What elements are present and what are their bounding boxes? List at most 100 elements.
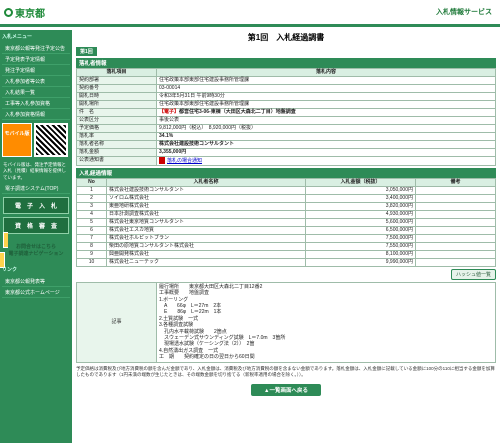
bid-table: No 入札者名称 入札金額（税抜） 備考 1 株式会社建設技術コンサルタント 3,0… [76,177,496,267]
bidder-name: ソイロム株式会社 [106,193,306,203]
link-public-notice[interactable]: 東京都公報発表等 [2,277,70,287]
row-value: 03-00014 [156,84,496,93]
bid-no: 8 [76,241,107,251]
footer-note: 予定価格は消費税及び地方消費税の額を含んだ金額であり、入札金額は、消費税及び地方… [76,365,495,377]
row-label: 件 名 [76,108,157,117]
bidder-name: 株式会社ニューテック [106,257,306,267]
bid-col-amount: 入札金額（税抜） [305,177,416,187]
bid-amount: 4,930,000円 [305,209,416,219]
back-to-list-button[interactable]: ▲一覧画面へ戻る [251,383,321,396]
row-label: 契約部署 [76,76,157,85]
table-row: 6 株式会社エスカ地質 6,500,000円 [76,225,496,235]
tokyo-logo[interactable]: 東京都 [4,5,45,20]
row-value: 住宅政策本部東部住宅建設事務所管理課 [156,100,496,109]
bidder-name: 柴田の原地質コンサルタント株式会社 [106,241,306,251]
bid-no: 3 [76,201,107,211]
bid-note [415,233,496,243]
mobile-site-button[interactable]: モバイル版 [2,123,32,157]
bidder-name: 日本計測調査株式会社 [106,209,306,219]
bid-amount: 5,600,000円 [305,217,416,227]
bid-note [415,225,496,235]
table-row: 5 株式会社東京地質コンサルタント 5,600,000円 [76,217,496,227]
mobile-section: モバイル版 [2,123,70,157]
main-content: 第1回 入札経過調書 第1回 落札者情報 落札項目 落札内容 契約部署 住宅政策本部… [76,30,496,443]
sidebar-item-qual-info[interactable]: 入札参加資格情報 [2,110,70,120]
tab-round-1[interactable]: 第1回 [76,47,97,56]
bid-note [415,257,496,267]
sidebar-item-results[interactable]: 入札結果一覧 [2,88,70,98]
notes-label: 記事 [76,281,157,363]
hash-list-button[interactable]: ハッシュ値一覧 [450,268,496,280]
bid-section-title: 入札経過情報 [76,167,496,178]
bid-amount: 3,050,000円 [305,185,416,195]
notice-link[interactable]: 落札の場合通知 [167,158,202,164]
table-row: 7 株式会社ホルピットブラン 7,500,000円 [76,233,496,243]
sidebar-item-public-notice[interactable]: 東京都公報等発注予定公告 [2,44,70,54]
contact-sublabel: 電子調達ナビゲーション [8,250,64,257]
bid-no: 7 [76,233,107,243]
page-title: 第1回 入札経過調書 [247,33,325,42]
bid-col-no: No [76,177,107,187]
service-title: 入札情報サービス [436,9,492,16]
table-row: 10 株式会社ニューテック 9,990,000円 [76,257,496,267]
contact-label: お問合せはこちら [15,243,56,250]
table-row: 2 ソイロム株式会社 3,400,000円 [76,193,496,203]
bid-note [415,249,496,259]
row-value: 令和3年5月31日 午前9時30分 [156,92,496,101]
row-value: 住宅政策本部東部住宅建設事務所管理課 [156,76,496,85]
bid-note [415,201,496,211]
row-value: 9,812,000円（税込） 8,920,000円（税抜） [156,124,496,133]
table-row: 4 日本計測調査株式会社 4,930,000円 [76,209,496,219]
row-label: 公表通知書 [76,156,157,166]
bid-amount: 3,400,000円 [305,193,416,203]
bid-no: 5 [76,217,107,227]
bid-no: 10 [76,257,107,267]
bid-amount: 8,100,000円 [305,249,416,259]
sidebar: 入札メニュー 東京都公報等発注予定公告 予定発表予定情報 発注予定情報 入札参加… [0,30,72,443]
bidder-name: 興亜開発株式会社 [106,249,306,259]
bid-system-top-link[interactable]: 電子調達システム(TOP) [2,184,70,194]
col-content-header: 落札内容 [156,68,496,77]
mobile-note: モバイル版は、発注予定情報と入札（見積）結果情報を提供しています。 [3,162,66,180]
row-value: 3,355,000円 [156,148,496,157]
subject-text: 都営住宅3-06-東棟（大田区大森北二丁目）地盤調査 [179,109,296,115]
row-label: 開札場所 [76,100,157,109]
bid-note [415,193,496,203]
row-label: 契約番号 [76,84,157,93]
qualification-button[interactable]: 資 格 審 査 [3,216,69,234]
bid-note [415,241,496,251]
bidder-name: 東亜地研株式会社 [106,201,306,211]
bid-no: 1 [76,185,107,195]
bid-no: 2 [76,193,107,203]
bid-note [415,209,496,219]
bid-note [415,185,496,195]
bid-no: 4 [76,209,107,219]
row-value: 【電子】都営住宅3-06-東棟（大田区大森北二丁目）地盤調査 [156,108,496,117]
sidebar-item-order-plan[interactable]: 発注予定情報 [2,66,70,76]
row-label: 落札金額 [76,148,157,157]
table-row: 9 興亜開発株式会社 8,100,000円 [76,249,496,259]
row-value: 34.1% [156,132,496,141]
qr-code-icon [34,123,68,157]
table-row: 3 東亜地研株式会社 3,820,000円 [76,201,496,211]
bidder-name: 株式会社建設技術コンサルタント [106,185,306,195]
row-label: 落札者名称 [76,140,157,149]
sidebar-item-construction-qual[interactable]: 工事等入札参加資格 [2,99,70,109]
sidebar-item-bidders[interactable]: 入札参加者等公表 [2,77,70,87]
row-value: 落札の場合通知 [156,156,496,166]
pdf-icon [159,157,165,164]
tokyo-emblem-icon [4,7,13,17]
bidder-name: 株式会社エスカ地質 [106,225,306,235]
links-title: リンク [2,266,18,273]
winner-section-title: 落札者情報 [76,58,496,68]
bid-amount: 7,500,000円 [305,233,416,243]
col-item-header: 落札項目 [76,68,157,77]
e-bidding-button[interactable]: 電 子 入 札 [3,196,69,214]
bid-amount: 3,820,000円 [305,201,416,211]
bid-note [415,217,496,227]
link-tokyo-home[interactable]: 東京都公式ホームページ [2,288,70,298]
winner-table: 落札項目 落札内容 契約部署 住宅政策本部東部住宅建設事務所管理課 契約番号 03-0… [76,68,496,166]
sidebar-item-plan-announce[interactable]: 予定発表予定情報 [2,55,70,65]
bid-no: 6 [76,225,107,235]
page-header: 東京都 入札情報サービス [0,0,500,27]
